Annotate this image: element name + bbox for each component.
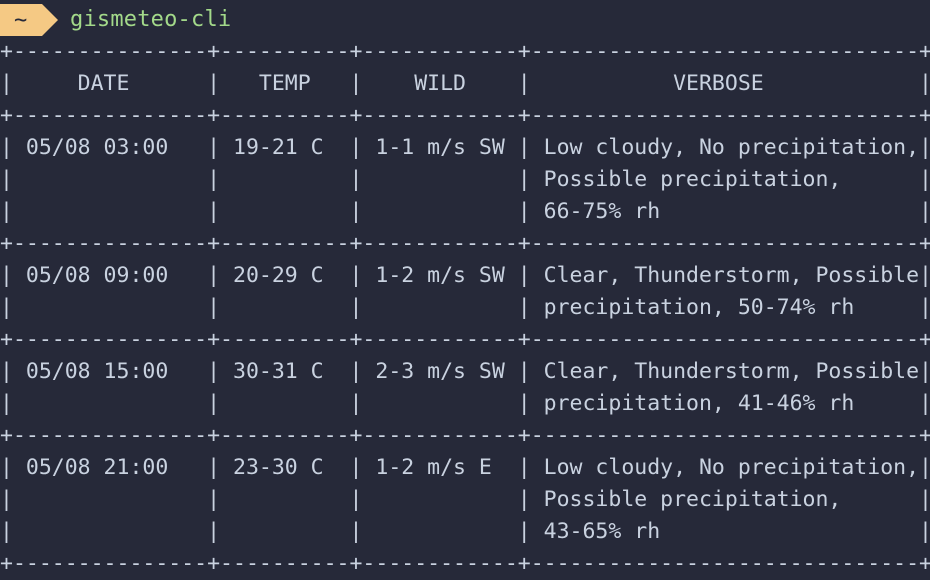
cwd-label: ~ (14, 8, 28, 33)
command-text[interactable]: gismeteo-cli (70, 4, 231, 36)
table-header: | DATE | TEMP | WILD | VERBOSE | (0, 71, 930, 96)
powerline-arrow-icon (0, 4, 58, 36)
table-border: +---------------+----------+------------… (0, 103, 930, 128)
table-row: | 05/08 15:00 | 30-31 C | 2-3 m/s SW | C… (0, 359, 930, 384)
table-border: +---------------+----------+------------… (0, 39, 930, 64)
table-row: | | | | precipitation, 41-46% rh | (0, 391, 930, 416)
table-row: | | | | Possible precipitation, | (0, 487, 930, 512)
cwd-badge: ~ (0, 4, 58, 36)
table-row: | | | | 43-65% rh | (0, 519, 930, 544)
table-border: +---------------+----------+------------… (0, 231, 930, 256)
table-row: | | | | Possible precipitation, | (0, 167, 930, 192)
table-border: +---------------+----------+------------… (0, 327, 930, 352)
table-row: | | | | precipitation, 50-74% rh | (0, 295, 930, 320)
table-row: | 05/08 09:00 | 20-29 C | 1-2 m/s SW | C… (0, 263, 930, 288)
table-row: | 05/08 03:00 | 19-21 C | 1-1 m/s SW | L… (0, 135, 930, 160)
weather-table: +---------------+----------+------------… (0, 36, 930, 580)
table-row: | | | | 66-75% rh | (0, 199, 930, 224)
table-row: | 05/08 21:00 | 23-30 C | 1-2 m/s E | Lo… (0, 455, 930, 480)
table-border: +---------------+----------+------------… (0, 423, 930, 448)
table-border: +---------------+----------+------------… (0, 551, 930, 576)
shell-prompt: ~ gismeteo-cli (0, 0, 930, 40)
